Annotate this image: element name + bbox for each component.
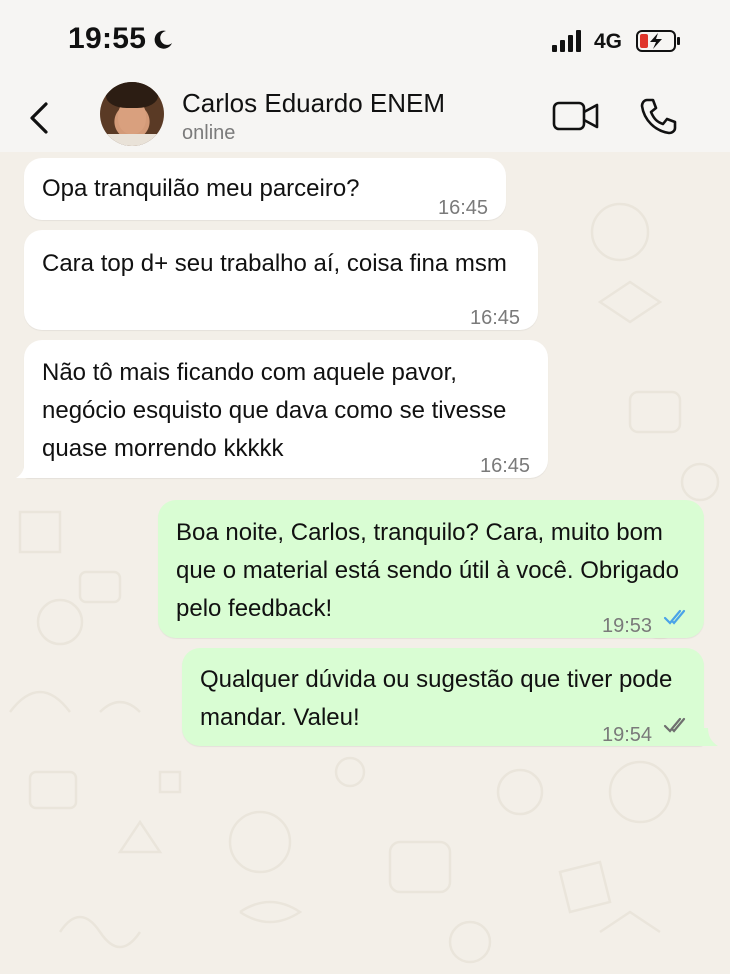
chat-area[interactable]: Opa tranquilão meu parceiro? 16:45 Cara …	[0, 152, 730, 974]
phone-icon[interactable]	[638, 96, 678, 136]
cellular-signal-icon	[552, 30, 586, 57]
message-time: 19:53	[602, 615, 653, 637]
contact-status: online	[182, 122, 236, 144]
status-bar: 19:55 4G	[0, 0, 730, 80]
message-text: Cara top d+ seu trabalho aí, coisa fina …	[42, 250, 507, 277]
network-type: 4G	[594, 30, 623, 53]
back-button[interactable]	[24, 100, 54, 136]
battery-charging-icon	[636, 29, 682, 58]
message-text: Não tô mais ficando com aquele pavor, ne…	[42, 359, 507, 462]
contact-name[interactable]: Carlos Eduardo ENEM	[182, 88, 445, 119]
bubble-tail	[16, 460, 32, 478]
message-time: 16:45	[480, 455, 531, 477]
message-text: Opa tranquilão meu parceiro?	[42, 175, 360, 202]
message-time: 16:45	[470, 307, 521, 329]
message-time: 16:45	[438, 197, 489, 219]
message-bubble-outgoing[interactable]: Boa noite, Carlos, tranquilo? Cara, muit…	[158, 500, 704, 638]
avatar[interactable]	[100, 82, 164, 146]
message-bubble-incoming[interactable]: Não tô mais ficando com aquele pavor, ne…	[24, 340, 548, 478]
video-call-icon[interactable]	[552, 100, 600, 132]
read-receipt-icon	[663, 609, 686, 625]
message-bubble-incoming[interactable]: Cara top d+ seu trabalho aí, coisa fina …	[24, 230, 538, 330]
message-bubble-outgoing[interactable]: Qualquer dúvida ou sugestão que tiver po…	[182, 648, 704, 746]
delivered-receipt-icon	[663, 717, 686, 733]
moon-icon	[152, 29, 174, 56]
status-time: 19:55	[68, 22, 147, 55]
message-bubble-incoming[interactable]: Opa tranquilão meu parceiro? 16:45	[24, 158, 506, 220]
message-time: 19:54	[602, 724, 653, 746]
bubble-tail	[700, 728, 718, 746]
chat-header: Carlos Eduardo ENEM online	[0, 80, 730, 152]
